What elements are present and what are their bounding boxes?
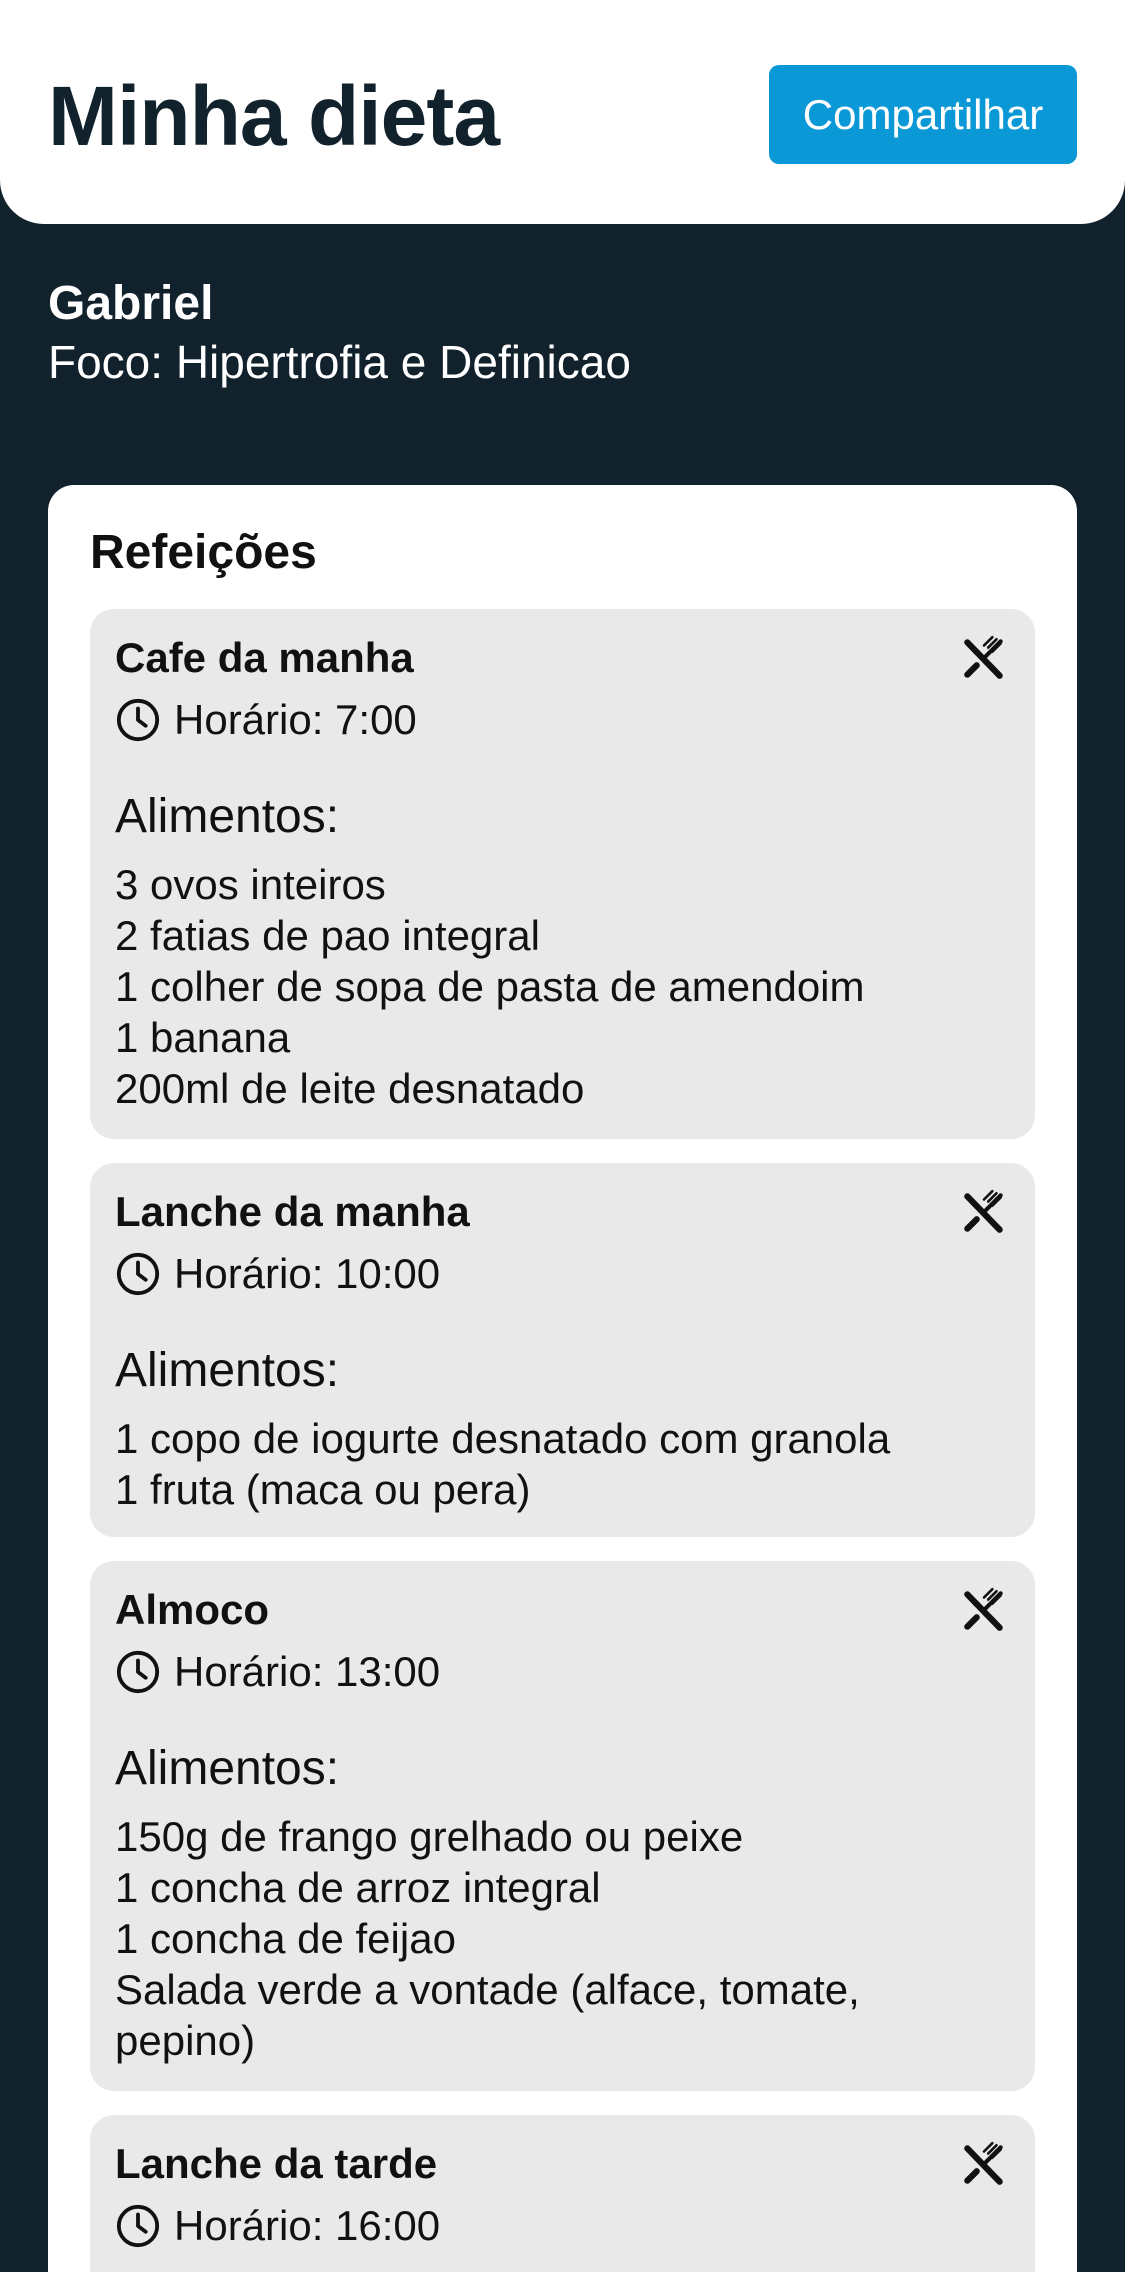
meal-name: Cafe da manha: [115, 634, 414, 681]
app-header: Minha dieta Compartilhar: [0, 0, 1125, 224]
utensils-icon[interactable]: [959, 633, 1009, 683]
food-item: 1 concha de arroz integral: [115, 1864, 601, 1911]
clock-icon: [116, 698, 160, 742]
food-item: 1 fruta (maca ou pera): [115, 1466, 531, 1513]
page-title: Minha dieta: [48, 69, 500, 163]
food-item: 1 concha de feijao: [115, 1915, 456, 1962]
food-item: 1 colher de sopa de pasta de amendoim: [115, 963, 865, 1010]
utensils-icon[interactable]: [959, 2139, 1009, 2189]
meal-time-text: Horário: 16:00: [174, 2202, 441, 2249]
meal-time: Horário: 13:00: [115, 1647, 440, 1697]
meal-name: Almoco: [115, 1586, 270, 1633]
meal-card-lunch[interactable]: Almoco Horário: 13:00 Alimentos: 150g de…: [90, 1561, 1035, 2091]
food-item: Salada verde a vontade (alface, tomate,: [115, 1966, 860, 2013]
foods-list: 150g de frango grelhado ou peixe 1 conch…: [115, 1811, 995, 2066]
meal-card-breakfast[interactable]: Cafe da manha Horário: 7:00 Alimentos: 3…: [90, 609, 1035, 1139]
user-focus: Foco: Hipertrofia e Definicao: [48, 336, 631, 388]
food-item: 150g de frango grelhado ou peixe: [115, 1813, 744, 1860]
meal-time-text: Horário: 10:00: [174, 1250, 441, 1297]
foods-label: Alimentos:: [115, 790, 340, 843]
user-name: Gabriel: [48, 277, 214, 330]
food-item: 1 copo de iogurte desnatado com granola: [115, 1415, 891, 1462]
foods-list: 3 ovos inteiros 2 fatias de pao integral…: [115, 859, 995, 1114]
foods-list: 1 copo de iogurte desnatado com granola …: [115, 1413, 995, 1515]
clock-icon: [116, 1252, 160, 1296]
meal-name: Lanche da tarde: [115, 2140, 438, 2187]
meal-card-afternoon-snack[interactable]: Lanche da tarde Horário: 16:00: [90, 2115, 1035, 2272]
foods-label: Alimentos:: [115, 1344, 340, 1397]
clock-icon: [116, 1650, 160, 1694]
foods-label: Alimentos:: [115, 1742, 340, 1795]
utensils-icon[interactable]: [959, 1585, 1009, 1635]
food-item: 200ml de leite desnatado: [115, 1065, 585, 1112]
meals-card: Refeições Cafe da manha Horário: 7:00 Al…: [48, 485, 1077, 2272]
share-button[interactable]: Compartilhar: [769, 65, 1077, 164]
food-item: 2 fatias de pao integral: [115, 912, 540, 959]
meal-time: Horário: 7:00: [115, 695, 417, 745]
food-item: pepino): [115, 2017, 256, 2064]
meal-card-morning-snack[interactable]: Lanche da manha Horário: 10:00 Alimentos…: [90, 1163, 1035, 1537]
utensils-icon[interactable]: [959, 1187, 1009, 1237]
clock-icon: [116, 2204, 160, 2248]
meal-time: Horário: 16:00: [115, 2201, 440, 2251]
meals-title: Refeições: [90, 526, 317, 579]
meal-time: Horário: 10:00: [115, 1249, 440, 1299]
food-item: 1 banana: [115, 1014, 291, 1061]
meal-name: Lanche da manha: [115, 1188, 470, 1235]
food-item: 3 ovos inteiros: [115, 861, 386, 908]
meal-time-text: Horário: 13:00: [174, 1648, 441, 1695]
meal-time-text: Horário: 7:00: [174, 696, 417, 743]
